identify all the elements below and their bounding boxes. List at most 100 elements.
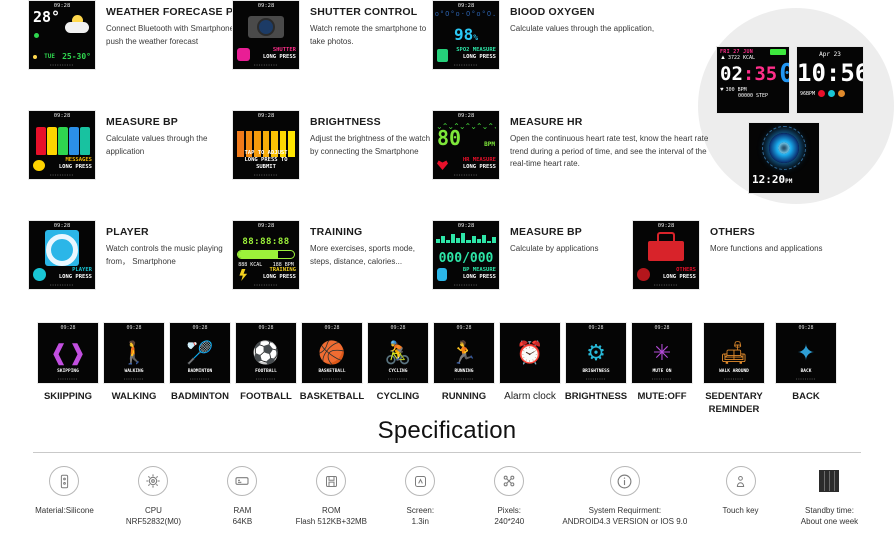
tile-label: BP MEASURE LONG PRESS	[463, 267, 496, 280]
feature-desc: Watch remote the smartphone to take phot…	[310, 24, 427, 46]
sport-tile[interactable]: 09:28 🚴 CYCLING •••••••••	[367, 322, 429, 384]
sport-tile[interactable]: 🛋 WALK AROUND •••••••••	[703, 322, 765, 384]
specification-list: Material:Silicone CPU NRF52832(M0) RAM 6…	[20, 466, 874, 527]
feature-text: PLAYER Watch controls the music playing …	[96, 220, 232, 268]
sport-tile[interactable]: 09:28 🏀 BASKETBALL •••••••••	[301, 322, 363, 384]
tile-inner-label: BASKETBALL	[318, 369, 346, 374]
tile-page-dots: ••••••••••	[253, 282, 278, 287]
basketball-icon: 🏀	[318, 340, 346, 365]
feature-item-measure-bp-messages: 09:28 MESSAGES LONG PRESS •••••••••• MEA…	[0, 110, 232, 220]
watch-face-digital: Apr 23 10:56 96BPM	[796, 46, 864, 114]
tile-page-dots: ••••••••••	[49, 282, 74, 287]
tile-time: 09:28	[588, 325, 604, 331]
tile-label-line1: TAP TO ADJUST	[244, 150, 288, 156]
rom-icon	[316, 466, 347, 496]
spec-line2: About one week	[800, 517, 859, 526]
orb-time-value: 12:20	[752, 173, 786, 186]
spo2-number: 98	[453, 25, 474, 44]
tile-label-line2: LONG PRESS	[262, 53, 296, 60]
feature-desc: Open the continuous heart rate test, kno…	[510, 134, 709, 168]
music-player-icon	[45, 230, 79, 266]
tile-time: 09:28	[798, 325, 814, 331]
tile-label: TRAINING LONG PRESS	[263, 267, 296, 280]
watch-face-time: 12:20PM	[749, 173, 819, 186]
tile-time: 09:28	[192, 325, 208, 331]
sport-tile[interactable]: 09:28 ⚙ BRIGHTNESS •••••••••	[565, 322, 627, 384]
tile-page-dots: •••••••••	[585, 377, 607, 381]
sport-item-sedentary-reminder[interactable]: 🛋 WALK AROUND ••••••••• SEDENTARY REMIND…	[695, 322, 773, 416]
specification-divider	[33, 452, 861, 453]
watch-face-fitness: FRI 27 JUN ▲ 3722 KCAL 02 : 35 06 ♥ 300 …	[716, 46, 790, 114]
spo2-unit: %	[473, 33, 479, 42]
sport-item-brightness[interactable]: 09:28 ⚙ BRIGHTNESS ••••••••• BRIGHTNESS	[563, 322, 629, 416]
feature-desc: Adjust the brightness of the watch by co…	[310, 134, 431, 156]
feature-desc: Calculate values through the application	[106, 134, 208, 156]
sport-tile[interactable]: 09:28 ⚽ FOOTBALL •••••••••	[235, 322, 297, 384]
tile-page-dots: •••••••••	[189, 377, 211, 381]
feature-row: 09:28 PLAYER LONG PRESS •••••••••• PLAYE…	[0, 220, 720, 330]
sport-tile[interactable]: 09:28 ✳ MUTE ON •••••••••	[631, 322, 693, 384]
bp-meter-icon	[437, 268, 447, 281]
sport-caption: BRIGHTNESS	[564, 391, 628, 402]
feature-desc: Calculate by applications	[510, 244, 599, 253]
sport-item-walking[interactable]: 09:28 🚶 WALKING ••••••••• WALKING	[101, 322, 167, 416]
tile-page-dots: •••••••••	[321, 377, 343, 381]
product-spec-page: FRI 27 JUN ▲ 3722 KCAL 02 : 35 06 ♥ 300 …	[0, 0, 894, 539]
bpm-value: 96BPM	[800, 90, 816, 97]
sport-item-football[interactable]: 09:28 ⚽ FOOTBALL ••••••••• FOOTBALL	[233, 322, 299, 416]
weather-dot-icon	[33, 54, 37, 59]
feature-text: OTHERS More functions and applications	[700, 220, 823, 290]
spec-line2: Flash 512KB+32MB	[295, 517, 368, 526]
back-arrow-icon: ✦	[796, 340, 816, 365]
feature-title: SHUTTER CONTROL	[310, 6, 418, 18]
specification-title: Specification	[377, 417, 517, 444]
tile-page-dots: •••••••••	[255, 377, 277, 381]
sport-tile[interactable]: 09:28 🏃 RUNNING •••••••••	[433, 322, 495, 384]
feature-title: TRAINING	[310, 226, 363, 238]
walking-person-icon: 🚶	[120, 340, 148, 365]
sport-tile[interactable]: 09:28 🏸 BADMINTON •••••••••	[169, 322, 231, 384]
tile-label-line2: LONG PRESS	[462, 53, 496, 60]
sport-tile[interactable]: 09:28 🚶 WALKING •••••••••	[103, 322, 165, 384]
sport-item-alarm-clock[interactable]: ⏰ Alarm clock	[497, 322, 563, 416]
feature-title: BRIGHTNESS	[310, 116, 381, 128]
sport-item-skipping[interactable]: 09:28 ❰❱ SKIPPING ••••••••• SKIIPPING	[35, 322, 101, 416]
sport-item-mute[interactable]: 09:28 ✳ MUTE ON ••••••••• MUTE:OFF	[629, 322, 695, 416]
tile-time: 09:28	[258, 325, 274, 331]
sport-tile[interactable]: ⏰	[499, 322, 561, 384]
spec-line2: NRF52832(M0)	[125, 517, 181, 526]
sport-item-running[interactable]: 09:28 🏃 RUNNING ••••••••• RUNNING	[431, 322, 497, 416]
spec-line1: System Requirment:	[588, 506, 662, 515]
sport-item-back[interactable]: 09:28 ✦ BACK ••••••••• BACK	[773, 322, 839, 416]
sport-tile[interactable]: 09:28 ❰❱ SKIPPING •••••••••	[37, 322, 99, 384]
orb-graphic	[749, 123, 819, 173]
sport-caption: SKIIPPING	[43, 391, 93, 402]
ecg-wave-icon: ⌄⌃⌄⌃⌄⌃⌄⌃⌄⌃⌄⌃	[436, 122, 496, 131]
block-red-icon	[36, 127, 46, 155]
tile-time: 09:28	[657, 223, 675, 229]
camera-badge-icon	[237, 48, 250, 61]
feature-title: MEASURE BP	[510, 226, 583, 238]
touch-key-icon	[725, 466, 756, 496]
tile-label-line2: LONG PRESS	[262, 273, 296, 280]
alarm-clock-icon: ⏰	[516, 340, 544, 365]
tile-time: 09:28	[324, 325, 340, 331]
tile-time: 09:28	[53, 113, 71, 119]
sport-item-basketball[interactable]: 09:28 🏀 BASKETBALL ••••••••• BASKETBALL	[299, 322, 365, 416]
tile-time: 09:28	[257, 3, 275, 9]
toolbox-icon	[648, 241, 684, 261]
spec-line2: 240*240	[494, 517, 525, 526]
tile-inner-label: BADMINTON	[187, 369, 213, 374]
sport-caption: FOOTBALL	[240, 391, 292, 402]
steps-icon	[828, 90, 836, 97]
sport-item-cycling[interactable]: 09:28 🚴 CYCLING ••••••••• CYCLING	[365, 322, 431, 416]
sport-item-badminton[interactable]: 09:28 🏸 BADMINTON ••••••••• BADMINTON	[167, 322, 233, 416]
block-green-icon	[58, 127, 68, 155]
tile-page-dots: ••••••••••	[253, 172, 278, 177]
feature-desc: More functions and applications	[710, 244, 823, 253]
sport-tile[interactable]: 09:28 ✦ BACK •••••••••	[775, 322, 837, 384]
watch-tile-training: 09:28 88:88:88 888 KCAL 188 BPM TRAINING…	[232, 220, 300, 290]
flame-icon: ▲	[720, 55, 726, 61]
tile-label: HR MEASURE LONG PRESS	[463, 157, 496, 170]
spec-line2: ANDROID4.3 VERSION or IOS 9.0	[562, 517, 688, 526]
